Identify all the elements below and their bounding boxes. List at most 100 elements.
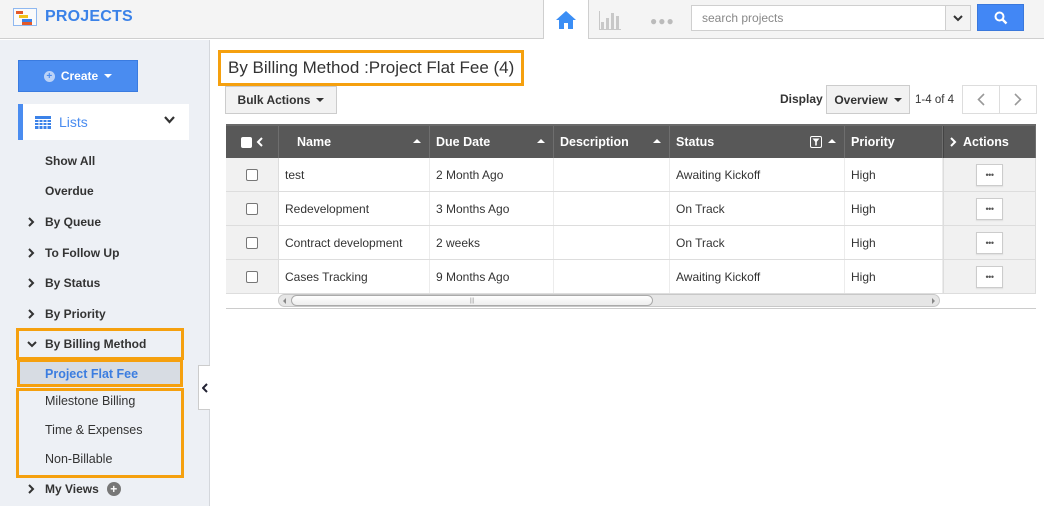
chevron-right-icon <box>1014 93 1022 106</box>
table-header: Name Due Date Description Status Priorit… <box>226 124 1036 158</box>
sidebar-item-label: By Status <box>45 276 101 290</box>
row-select-cell <box>226 192 279 225</box>
row-actions-button[interactable]: ••• <box>976 265 1003 288</box>
sidebar-item-by-queue[interactable]: By Queue <box>0 209 200 235</box>
sidebar-item-by-billing-method[interactable]: By Billing Method <box>0 331 200 357</box>
cell-name[interactable]: Cases Tracking <box>279 260 430 293</box>
cell-status: On Track <box>670 192 845 225</box>
sidebar-subitem-label: Milestone Billing <box>45 394 136 408</box>
table-bottom-divider <box>226 308 1036 309</box>
column-header-due-date[interactable]: Due Date <box>430 126 554 158</box>
row-actions-button[interactable]: ••• <box>976 231 1003 254</box>
cell-due-date: 9 Months Ago <box>430 260 554 293</box>
search-scope-dropdown[interactable] <box>945 6 970 30</box>
table-row[interactable]: Redevelopment 3 Months Ago On Track High… <box>226 192 1036 226</box>
chevron-right-icon <box>28 309 35 319</box>
projects-logo-icon <box>13 8 37 26</box>
column-label: Due Date <box>436 135 491 149</box>
cell-priority: High <box>845 192 943 225</box>
sidebar-subitem-milestone-billing[interactable]: Milestone Billing <box>0 388 200 414</box>
row-actions-button[interactable]: ••• <box>976 163 1003 186</box>
sidebar-collapse-toggle[interactable] <box>198 365 210 410</box>
sidebar-item-label: Show All <box>45 154 96 168</box>
cell-description <box>554 192 670 225</box>
app-brand[interactable]: PROJECTS <box>13 8 133 26</box>
sidebar-item-to-follow-up[interactable]: To Follow Up <box>0 240 200 266</box>
sort-asc-icon <box>537 139 545 143</box>
create-button[interactable]: + Create <box>18 60 138 92</box>
cell-name[interactable]: Redevelopment <box>279 192 430 225</box>
cell-status: Awaiting Kickoff <box>670 158 845 191</box>
sidebar-subitem-label: Non-Billable <box>45 452 113 466</box>
row-actions-button[interactable]: ••• <box>976 197 1003 220</box>
cell-actions: ••• <box>943 226 1036 259</box>
lists-label: Lists <box>59 114 88 130</box>
sidebar-item-by-status[interactable]: By Status <box>0 270 200 296</box>
caret-down-icon <box>316 98 325 102</box>
column-header-status[interactable]: Status <box>670 126 845 158</box>
sidebar-subitem-time-expenses[interactable]: Time & Expenses <box>0 417 200 443</box>
search-button[interactable] <box>977 4 1024 31</box>
sidebar: + Create Lists Show All Overdue By Queue… <box>0 40 210 506</box>
sidebar-item-show-all[interactable]: Show All <box>0 148 200 174</box>
row-select-cell <box>226 260 279 293</box>
sidebar-item-label: By Priority <box>45 307 106 321</box>
sidebar-item-overdue[interactable]: Overdue <box>0 178 200 204</box>
column-label: Name <box>297 135 332 149</box>
sidebar-subitem-non-billable[interactable]: Non-Billable <box>0 446 200 472</box>
table-row[interactable]: Cases Tracking 9 Months Ago Awaiting Kic… <box>226 260 1036 294</box>
chevron-right-icon <box>28 278 35 288</box>
my-views-label: My Views <box>45 482 99 496</box>
display-label: Display <box>780 92 823 106</box>
home-tab[interactable] <box>543 0 589 39</box>
sidebar-item-label: By Billing Method <box>45 337 147 351</box>
scrollbar-thumb[interactable]: ||| <box>291 295 653 306</box>
cell-due-date: 2 Month Ago <box>430 158 554 191</box>
cell-due-date: 3 Months Ago <box>430 192 554 225</box>
bar-chart-icon <box>599 11 621 30</box>
column-header-name[interactable]: Name <box>279 126 430 158</box>
column-header-priority[interactable]: Priority <box>845 126 943 158</box>
horizontal-scrollbar[interactable]: ||| <box>278 294 940 307</box>
search-input[interactable] <box>692 6 946 30</box>
sort-asc-icon <box>653 139 661 143</box>
chevron-left-icon[interactable] <box>256 137 263 147</box>
sidebar-subitem-project-flat-fee[interactable]: Project Flat Fee <box>20 361 180 387</box>
prev-page-button[interactable] <box>962 85 1000 114</box>
cell-priority: High <box>845 226 943 259</box>
filter-icon[interactable] <box>810 136 822 148</box>
bulk-actions-button[interactable]: Bulk Actions <box>225 86 337 114</box>
table-row[interactable]: test 2 Month Ago Awaiting Kickoff High •… <box>226 158 1036 192</box>
sidebar-item-label: My Views + <box>45 482 121 496</box>
add-view-icon[interactable]: + <box>106 482 121 496</box>
display-mode-select[interactable]: Overview <box>826 85 910 114</box>
cell-name[interactable]: test <box>279 158 430 191</box>
sidebar-item-label: To Follow Up <box>45 246 120 260</box>
next-page-button[interactable] <box>999 85 1037 114</box>
chevron-down-icon <box>164 116 175 124</box>
row-checkbox[interactable] <box>246 236 258 249</box>
table-row[interactable]: Contract development 2 weeks On Track Hi… <box>226 226 1036 260</box>
sidebar-item-my-views[interactable]: My Views + <box>0 476 200 502</box>
header-select <box>226 126 279 158</box>
row-select-cell <box>226 158 279 191</box>
cell-description <box>554 158 670 191</box>
reports-tab[interactable] <box>598 9 622 31</box>
column-header-description[interactable]: Description <box>554 126 670 158</box>
cell-actions: ••• <box>943 158 1036 191</box>
cell-due-date: 2 weeks <box>430 226 554 259</box>
cell-name[interactable]: Contract development <box>279 226 430 259</box>
select-all-checkbox[interactable] <box>241 136 252 148</box>
scroll-right-arrow-icon[interactable] <box>932 298 935 304</box>
row-checkbox[interactable] <box>246 202 258 215</box>
more-dots-icon[interactable]: ●●● <box>650 14 675 28</box>
sidebar-item-by-priority[interactable]: By Priority <box>0 301 200 327</box>
row-checkbox[interactable] <box>246 168 258 181</box>
search-icon <box>994 11 1007 24</box>
lists-section-header[interactable]: Lists <box>18 104 189 140</box>
column-label: Priority <box>851 135 895 149</box>
column-label: Actions <box>963 135 1009 149</box>
scroll-left-arrow-icon[interactable] <box>283 298 286 304</box>
row-checkbox[interactable] <box>246 270 258 283</box>
column-header-actions[interactable]: Actions <box>943 126 1036 158</box>
